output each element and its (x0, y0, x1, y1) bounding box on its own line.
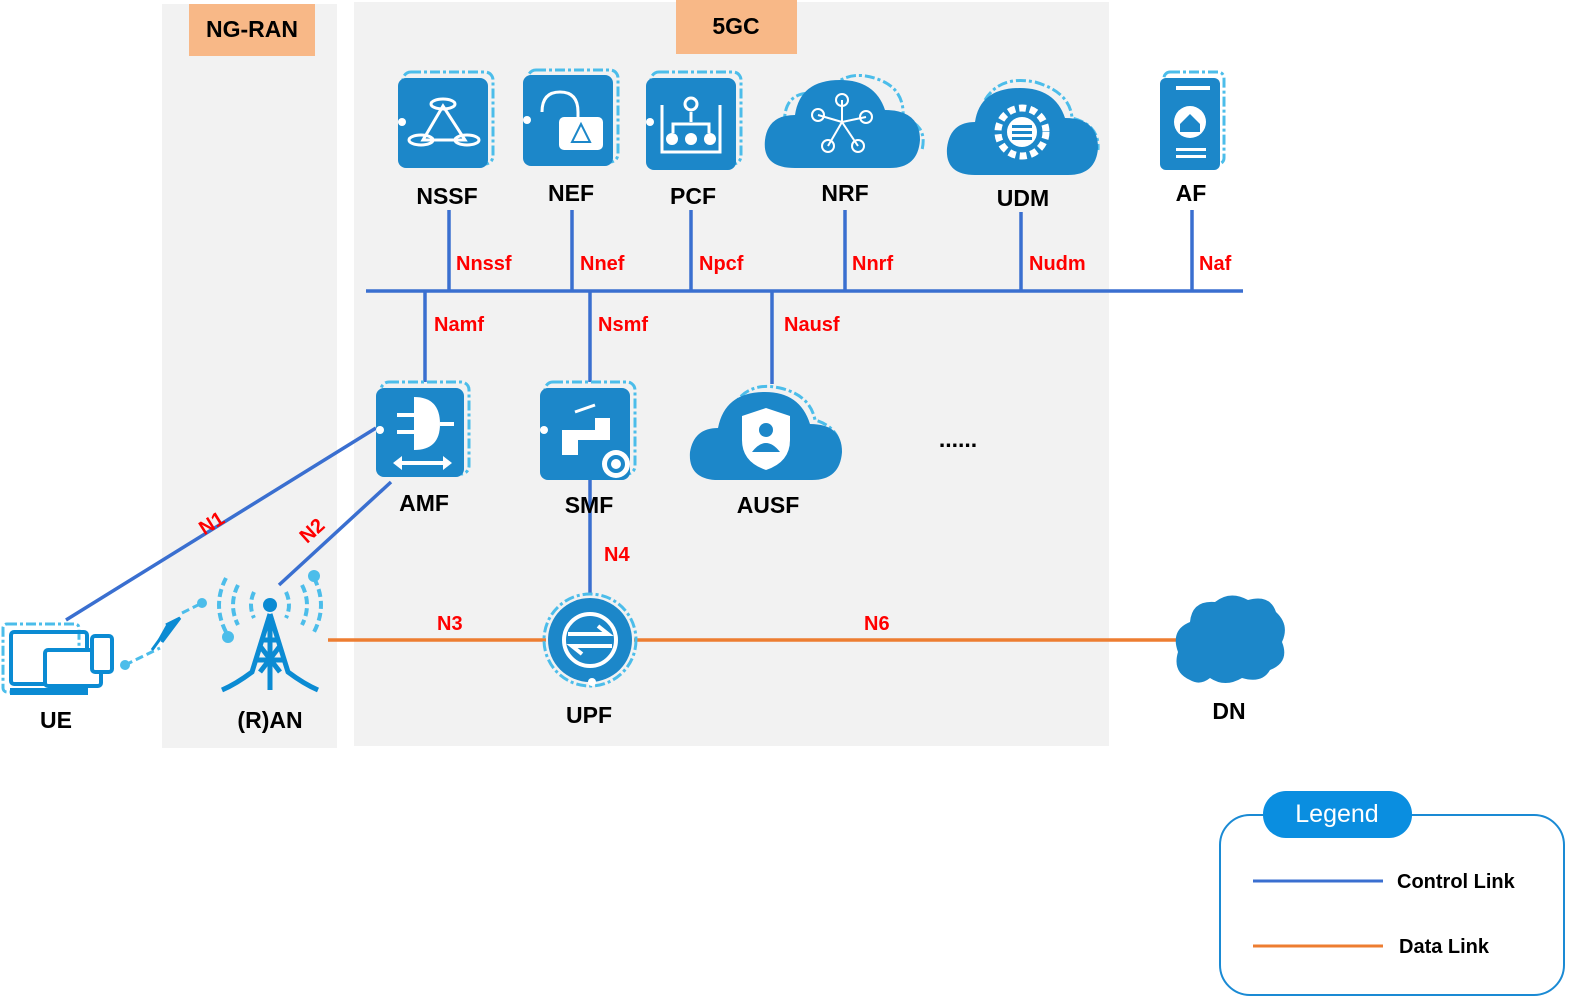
more-functions-ellipsis: ...... (939, 426, 977, 452)
nef-label: NEF (548, 180, 594, 206)
ausf-label: AUSF (737, 492, 800, 518)
ngran-label: NG-RAN (206, 16, 298, 42)
ran-label: (R)AN (237, 707, 302, 733)
legend-title: Legend (1295, 800, 1378, 828)
nnssf-label: Nnssf (456, 253, 512, 275)
namf-label: Namf (434, 314, 484, 336)
nudm-label: Nudm (1029, 253, 1086, 275)
nef-icon (523, 68, 620, 166)
smf-icon (540, 380, 637, 480)
amf-label: AMF (399, 490, 449, 516)
n3-label: N3 (437, 613, 463, 635)
nssf-icon (398, 70, 495, 168)
nsmf-label: Nsmf (598, 314, 648, 336)
nnef-label: Nnef (580, 253, 625, 275)
legend-data-label: Data Link (1399, 936, 1490, 958)
n6-label: N6 (864, 613, 890, 635)
udm-label: UDM (997, 185, 1049, 211)
nssf-label: NSSF (416, 183, 477, 209)
dn-cloud-icon (1175, 595, 1285, 683)
npcf-label: Npcf (699, 253, 744, 275)
naf-label: Naf (1199, 253, 1232, 275)
dn-label: DN (1212, 698, 1245, 724)
nnrf-label: Nnrf (852, 253, 893, 275)
pcf-label: PCF (670, 183, 716, 209)
nausf-label: Nausf (784, 314, 840, 336)
ue-label: UE (40, 707, 72, 733)
af-icon (1160, 70, 1226, 170)
af-label: AF (1176, 180, 1207, 206)
n4-label: N4 (604, 544, 630, 566)
legend-box (1219, 814, 1565, 996)
5gc-label: 5GC (712, 13, 759, 39)
nrf-label: NRF (821, 180, 868, 206)
amf-icon (376, 380, 471, 477)
ngran-region (162, 4, 337, 748)
legend-control-label: Control Link (1397, 871, 1516, 893)
pcf-icon (646, 70, 743, 170)
legend: Legend Control Link Data Link (1219, 791, 1565, 996)
upf-label: UPF (566, 702, 612, 728)
5g-architecture-diagram: NG-RAN 5GC Nnssf Nnef Npcf Nnrf Nudm Naf… (1, 0, 1565, 996)
smf-label: SMF (565, 492, 614, 518)
